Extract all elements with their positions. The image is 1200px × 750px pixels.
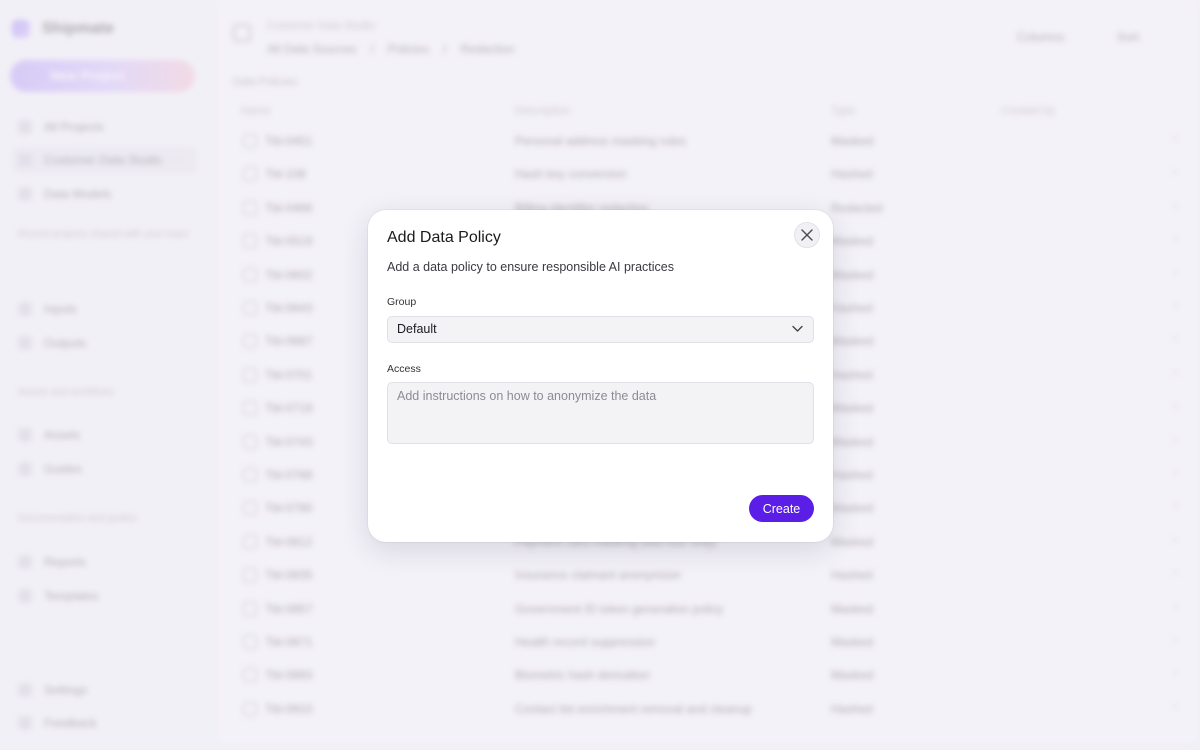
dialog-title: Add Data Policy (387, 229, 501, 246)
access-label: Access (387, 363, 421, 375)
access-instructions-input[interactable] (387, 382, 814, 444)
close-icon (801, 229, 813, 241)
group-label: Group (387, 296, 417, 308)
close-button[interactable] (794, 222, 820, 248)
group-select[interactable]: Default (387, 316, 814, 343)
app-window: Shipmate New Project All Projects Custom… (0, 0, 1200, 750)
dialog-subtitle: Add a data policy to ensure responsible … (387, 260, 674, 274)
create-button[interactable]: Create (749, 495, 814, 522)
add-data-policy-dialog: Add Data Policy Add a data policy to ens… (368, 210, 833, 542)
group-select-value: Default (397, 322, 437, 336)
chevron-down-icon (792, 325, 803, 332)
